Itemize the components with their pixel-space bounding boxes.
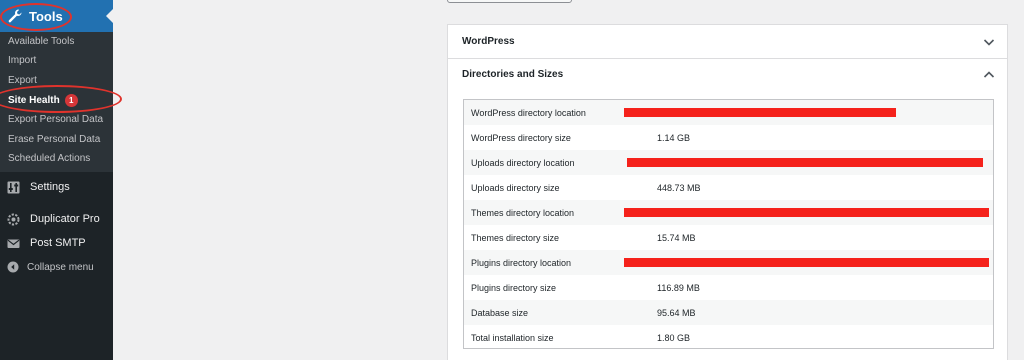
submenu-item-import[interactable]: Import xyxy=(8,55,36,66)
menu-item-label: Settings xyxy=(30,181,70,193)
row-value: 15.74 MB xyxy=(657,232,696,243)
menu-item-post-smtp[interactable]: Post SMTP xyxy=(0,232,113,254)
accordion-title: Directories and Sizes xyxy=(462,69,564,80)
current-menu-arrow xyxy=(106,9,113,23)
row-value: 448.73 MB xyxy=(657,182,701,193)
table-row: Database size 95.64 MB xyxy=(464,300,993,325)
submenu-item-label: Erase Personal Data xyxy=(8,134,101,145)
row-key: Uploads directory location xyxy=(471,157,575,168)
menu-item-duplicator-pro[interactable]: Duplicator Pro xyxy=(0,208,113,230)
row-key: Themes directory location xyxy=(471,207,575,218)
accordion-wordpress[interactable]: WordPress xyxy=(448,25,1007,58)
mail-icon xyxy=(7,237,20,250)
row-key: Total installation size xyxy=(471,332,554,343)
site-health-info-panel: WordPress Directories and Sizes WordPres… xyxy=(447,24,1008,360)
submenu-item-label: Import xyxy=(8,55,37,66)
row-key: Plugins directory size xyxy=(471,282,557,293)
row-key: Uploads directory size xyxy=(471,182,560,193)
chevron-down-icon xyxy=(983,36,995,48)
submenu-item-scheduled-actions[interactable]: Scheduled Actions xyxy=(8,153,90,164)
top-action-button[interactable] xyxy=(447,0,572,3)
redaction-bar xyxy=(624,208,989,217)
directories-table: WordPress directory location WordPress d… xyxy=(463,99,994,349)
admin-sidebar: Tools Available Tools Import Export Site… xyxy=(0,0,122,360)
table-row: Themes directory size 15.74 MB xyxy=(464,225,993,250)
collapse-arrow-icon xyxy=(7,261,20,274)
table-row: WordPress directory location xyxy=(464,100,993,125)
submenu-item-label: Export xyxy=(8,75,37,86)
menu-item-label: Duplicator Pro xyxy=(30,213,100,225)
annotation-circle-tools xyxy=(0,3,72,31)
table-row: Plugins directory size 116.89 MB xyxy=(464,275,993,300)
table-row: Total installation size 1.80 GB xyxy=(464,325,993,350)
table-row: Plugins directory location xyxy=(464,250,993,275)
row-key: Plugins directory location xyxy=(471,257,572,268)
collapse-menu-button[interactable]: Collapse menu xyxy=(0,256,113,278)
accordion-title: WordPress xyxy=(462,36,515,47)
row-key: Themes directory size xyxy=(471,232,560,243)
chevron-up-icon xyxy=(983,69,995,81)
table-row: WordPress directory size 1.14 GB xyxy=(464,125,993,150)
row-value: 95.64 MB xyxy=(657,307,696,318)
submenu-item-label: Export Personal Data xyxy=(8,114,104,125)
redaction-bar xyxy=(627,158,983,167)
submenu-item-label: Scheduled Actions xyxy=(8,153,91,164)
settings-icon xyxy=(7,181,20,194)
table-row: Themes directory location xyxy=(464,200,993,225)
table-row: Uploads directory size 448.73 MB xyxy=(464,175,993,200)
submenu-item-label: Available Tools xyxy=(8,36,75,47)
accordion-directories-and-sizes[interactable]: Directories and Sizes xyxy=(448,58,1007,91)
duplicator-icon xyxy=(7,213,20,226)
row-key: WordPress directory location xyxy=(471,107,586,118)
redaction-bar xyxy=(624,258,989,267)
redaction-bar xyxy=(624,108,896,117)
menu-item-settings[interactable]: Settings xyxy=(0,176,113,198)
row-key: Database size xyxy=(471,307,529,318)
submenu-item-export-personal-data[interactable]: Export Personal Data xyxy=(8,114,103,125)
row-value: 1.14 GB xyxy=(657,132,691,143)
submenu-item-available-tools[interactable]: Available Tools xyxy=(8,36,74,47)
collapse-menu-label: Collapse menu xyxy=(27,261,94,273)
submenu-item-erase-personal-data[interactable]: Erase Personal Data xyxy=(8,134,100,145)
submenu-item-export[interactable]: Export xyxy=(8,75,37,86)
table-row: Uploads directory location xyxy=(464,150,993,175)
row-value: 116.89 MB xyxy=(657,282,700,293)
row-value: 1.80 GB xyxy=(657,332,691,343)
menu-item-label: Post SMTP xyxy=(30,237,86,249)
row-key: WordPress directory size xyxy=(471,132,571,143)
